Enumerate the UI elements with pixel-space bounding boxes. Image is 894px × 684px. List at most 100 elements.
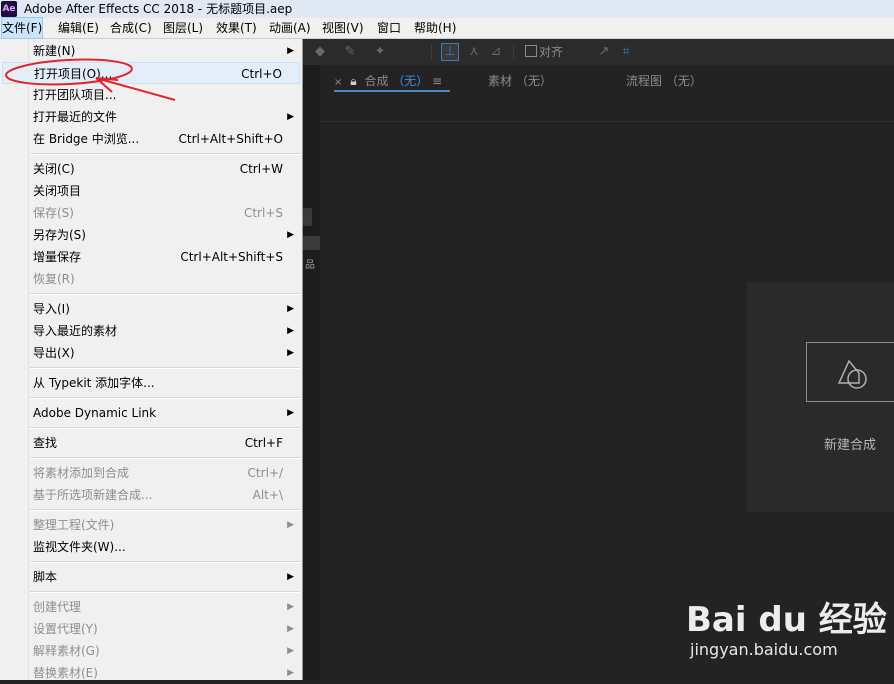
file-menu-item-label: 新建(N): [33, 44, 76, 58]
file-menu-item-label: 在 Bridge 中浏览...: [33, 132, 140, 146]
panel-scroll-handle[interactable]: [303, 208, 312, 226]
expand-arrow-icon[interactable]: ↗: [595, 43, 613, 61]
new-composition-button[interactable]: [806, 342, 894, 402]
menu-help[interactable]: 帮助(H): [414, 18, 456, 38]
file-menu-item[interactable]: 监视文件夹(W)...: [2, 536, 300, 558]
toolbar-divider: [513, 44, 514, 60]
tab-flowchart-state: （无）: [665, 74, 702, 88]
file-menu-item: 整理工程(文件) ▶: [2, 514, 300, 536]
file-menu-item[interactable]: 关闭(C) Ctrl+W: [2, 158, 300, 180]
file-menu-item-label: 将素材添加到合成: [33, 466, 130, 480]
menu-separator: [30, 367, 300, 369]
tab-footage-state: （无）: [515, 74, 552, 88]
submenu-arrow-icon: ▶: [287, 408, 294, 418]
file-menu-item[interactable]: 从 Typekit 添加字体...: [2, 372, 300, 394]
title-bar: Ae Adobe After Effects CC 2018 - 无标题项目.a…: [0, 0, 894, 18]
file-menu-item-shortcut: Ctrl+W: [239, 162, 283, 176]
file-menu-item[interactable]: 关闭项目: [2, 180, 300, 202]
file-menu-item-label: 设置代理(Y): [33, 622, 98, 636]
file-menu-item-label: 增量保存: [33, 250, 82, 264]
file-menu-item: 设置代理(Y) ▶: [2, 618, 300, 640]
file-menu-item[interactable]: 打开团队项目...: [2, 84, 300, 106]
file-menu-item[interactable]: 另存为(S) ▶: [2, 224, 300, 246]
file-menu-item-label: 打开项目(O)...: [34, 67, 113, 81]
file-menu-item[interactable]: 导入(I) ▶: [2, 298, 300, 320]
menu-separator: [30, 457, 300, 459]
menu-separator: [30, 293, 300, 295]
submenu-arrow-icon: ▶: [287, 304, 294, 314]
menu-composition[interactable]: 合成(C): [110, 18, 152, 38]
menu-file[interactable]: 文件(F): [0, 17, 44, 39]
baidu-jingyan-watermark-logo: Bai du 经验: [686, 600, 887, 640]
file-menu-item[interactable]: 导入最近的素材 ▶: [2, 320, 300, 342]
roto-brush-tool-icon[interactable]: ✎: [341, 43, 359, 61]
file-menu-item: 创建代理 ▶: [2, 596, 300, 618]
tools-panel: ◆ ✎ ✦ ⊥ ⋏ ⊿ 对齐 ↗ ⌗: [303, 39, 894, 65]
file-menu-item-shortcut: Ctrl+/: [247, 466, 283, 480]
file-menu-item-label: 监视文件夹(W)...: [33, 540, 126, 554]
submenu-arrow-icon: ▶: [287, 348, 294, 358]
tab-footage[interactable]: 素材 （无）: [488, 73, 552, 89]
flowchart-icon[interactable]: 品: [305, 256, 315, 271]
file-menu-item-label: 打开团队项目...: [33, 88, 117, 102]
menu-edit[interactable]: 编辑(E): [58, 18, 99, 38]
file-menu-item[interactable]: 查找 Ctrl+F: [2, 432, 300, 454]
watermark-url: jingyan.baidu.com: [690, 640, 838, 659]
world-axis-mode-icon[interactable]: ⋏: [465, 43, 483, 61]
local-axis-mode-icon[interactable]: ⊥: [441, 43, 459, 61]
panel-edge-tab[interactable]: [303, 236, 320, 250]
file-menu-item[interactable]: 打开最近的文件 ▶: [2, 106, 300, 128]
menu-separator: [30, 509, 300, 511]
menu-layer[interactable]: 图层(L): [163, 18, 203, 38]
file-menu-item-shortcut: Ctrl+O: [241, 67, 282, 81]
file-menu-item[interactable]: 脚本 ▶: [2, 566, 300, 588]
file-menu-item[interactable]: Adobe Dynamic Link ▶: [2, 402, 300, 424]
file-menu-item[interactable]: 打开项目(O)... Ctrl+O: [2, 62, 300, 84]
submenu-arrow-icon: ▶: [287, 572, 294, 582]
toolbar-divider: [431, 44, 432, 60]
tab-flowchart[interactable]: 流程图 （无）: [626, 73, 702, 89]
snap-checkbox[interactable]: [525, 45, 537, 57]
menu-window[interactable]: 窗口: [377, 18, 401, 38]
snap-target-icon[interactable]: ⌗: [617, 43, 635, 61]
viewer-tabs: × 🔒︎ 合成 （无） ≡ 素材 （无） 流程图 （无）: [320, 65, 894, 122]
tab-footage-label: 素材: [488, 74, 513, 88]
file-menu-item-label: 脚本: [33, 570, 58, 584]
file-menu-item-label: 关闭(C): [33, 162, 75, 176]
menu-separator: [30, 561, 300, 563]
new-composition-area[interactable]: 新建合成: [747, 282, 894, 512]
file-menu-item-label: 另存为(S): [33, 228, 86, 242]
snap-label: 对齐: [539, 45, 564, 59]
active-tab-indicator: [334, 90, 450, 92]
close-tab-icon[interactable]: ×: [334, 77, 342, 88]
file-menu-item-label: 基于所选项新建合成...: [33, 488, 153, 502]
menu-effect[interactable]: 效果(T): [216, 18, 257, 38]
eraser-tool-icon[interactable]: ◆: [311, 43, 329, 61]
file-menu-item[interactable]: 在 Bridge 中浏览... Ctrl+Alt+Shift+O: [2, 128, 300, 150]
menu-view[interactable]: 视图(V): [322, 18, 364, 38]
view-axis-mode-icon[interactable]: ⊿: [487, 43, 505, 61]
tab-composition-label: 合成: [364, 74, 389, 88]
tab-menu-icon[interactable]: ≡: [432, 74, 442, 88]
lock-icon[interactable]: 🔒︎: [350, 74, 356, 88]
menu-bar: 文件(F) 编辑(E) 合成(C) 图层(L) 效果(T) 动画(A) 视图(V…: [0, 17, 894, 39]
menu-animation[interactable]: 动画(A): [269, 18, 311, 38]
file-menu-item-label: Adobe Dynamic Link: [33, 406, 157, 420]
file-menu-item-label: 从 Typekit 添加字体...: [33, 376, 155, 390]
file-menu-item-label: 创建代理: [33, 600, 82, 614]
file-menu-item-shortcut: Ctrl+Alt+Shift+S: [180, 250, 283, 264]
tab-composition[interactable]: × 🔒︎ 合成 （无） ≡: [334, 73, 442, 91]
file-menu-item[interactable]: 增量保存 Ctrl+Alt+Shift+S: [2, 246, 300, 268]
after-effects-app-icon: Ae: [1, 1, 17, 17]
file-menu-dropdown: 新建(N) ▶ 打开项目(O)... Ctrl+O 打开团队项目... 打开最近的文件 ▶ 在…: [0, 39, 303, 680]
puppet-pin-tool-icon[interactable]: ✦: [371, 43, 389, 61]
composition-shape-icon: [837, 359, 867, 389]
file-menu-item[interactable]: 导出(X) ▶: [2, 342, 300, 364]
project-panel-edge: [303, 65, 320, 680]
file-menu-item-label: 整理工程(文件): [33, 518, 115, 532]
file-menu-item-label: 恢复(R): [33, 272, 75, 286]
file-menu-item-label: 导出(X): [33, 346, 75, 360]
menu-separator: [30, 427, 300, 429]
file-menu-item-shortcut: Ctrl+Alt+Shift+O: [178, 132, 283, 146]
file-menu-item[interactable]: 新建(N) ▶: [2, 40, 300, 62]
